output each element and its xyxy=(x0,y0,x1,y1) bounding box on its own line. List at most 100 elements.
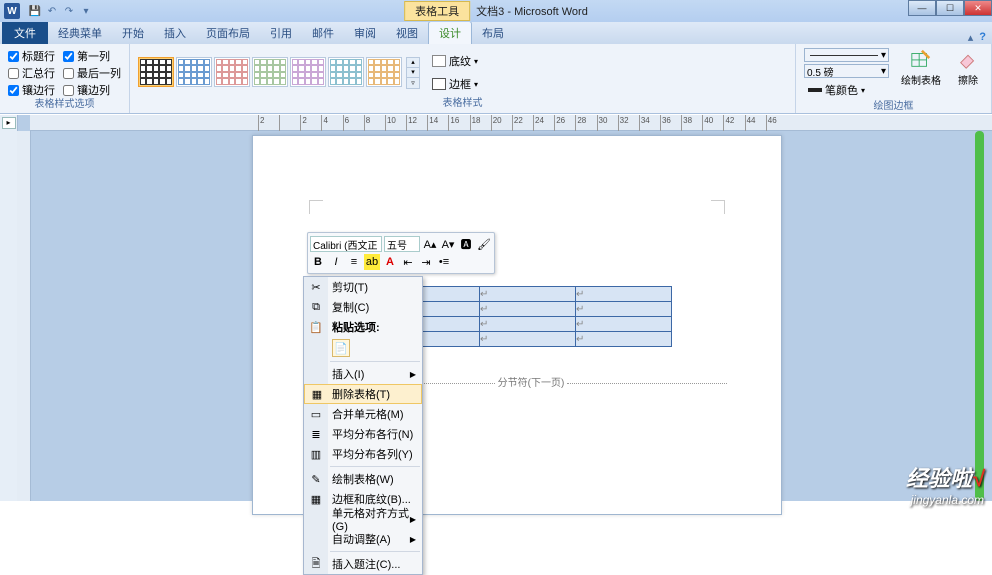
copy-icon: ⧉ xyxy=(308,299,324,315)
caption-icon: 🗎 xyxy=(308,556,324,572)
cm-distribute-rows[interactable]: ≣平均分布各行(N) xyxy=(304,424,422,444)
align-icon[interactable]: ≡ xyxy=(346,254,362,270)
eraser-button[interactable]: 擦除 xyxy=(953,48,983,87)
cm-merge-cells[interactable]: ▭合并单元格(M) xyxy=(304,404,422,424)
mini-size-select[interactable]: 五号 xyxy=(384,236,420,252)
pen-style-select[interactable]: ▾ xyxy=(804,48,889,62)
group-table-style-options: 标题行 汇总行 镶边行 第一列 最后一列 镶边列 表格样式选项 xyxy=(0,44,130,113)
redo-icon[interactable]: ↷ xyxy=(62,4,76,18)
side-indicator xyxy=(975,131,984,501)
save-icon[interactable]: 💾 xyxy=(28,4,42,18)
app-icon: W xyxy=(4,3,20,19)
nav-panel-strip: ▸ xyxy=(0,115,18,501)
chk-first-col[interactable]: 第一列 xyxy=(63,48,121,64)
qat-more-icon[interactable]: ▾ xyxy=(79,4,93,18)
borders-button[interactable]: 边框▾ xyxy=(428,74,482,94)
paste-keep-source-icon: 📄 xyxy=(332,339,350,357)
tab-file[interactable]: 文件 xyxy=(2,22,48,44)
document-title: 文档3 - Microsoft Word xyxy=(476,3,588,19)
tab-design[interactable]: 设计 xyxy=(428,21,472,44)
tab-review[interactable]: 审阅 xyxy=(344,22,386,44)
tab-insert[interactable]: 插入 xyxy=(154,22,196,44)
panel-toggle[interactable]: ▸ xyxy=(2,117,16,129)
style-gallery[interactable]: ▴▾▿ xyxy=(138,57,420,89)
chk-last-col[interactable]: 最后一列 xyxy=(63,65,121,81)
margin-mark xyxy=(309,200,323,214)
ribbon-tabs: 文件 经典菜单 开始 插入 页面布局 引用 邮件 审阅 视图 设计 布局 ▴ ? xyxy=(0,22,992,44)
style-thumb[interactable] xyxy=(328,57,364,87)
tab-mailings[interactable]: 邮件 xyxy=(302,22,344,44)
style-thumb[interactable] xyxy=(290,57,326,87)
chk-header-row[interactable]: 标题行 xyxy=(8,48,55,64)
dist-cols-icon: ▥ xyxy=(308,446,324,462)
style-thumb[interactable] xyxy=(138,57,174,87)
indent-dec-icon[interactable]: ⇤ xyxy=(400,254,416,270)
group-draw-borders: ▾ 0.5 磅▾ 笔颜色▾ 绘制表格 擦除 绘图边框 xyxy=(796,44,992,113)
italic-icon[interactable]: I xyxy=(328,254,344,270)
cm-draw-table[interactable]: ✎绘制表格(W) xyxy=(304,469,422,489)
document-area: ▸ 22468101214161820222426283032343638404… xyxy=(0,115,992,501)
style-thumb[interactable] xyxy=(252,57,288,87)
minimize-button[interactable]: — xyxy=(908,0,936,16)
cm-insert[interactable]: 插入(I)▶ xyxy=(304,364,422,384)
cm-insert-caption[interactable]: 🗎插入题注(C)... xyxy=(304,554,422,574)
shrink-font-icon[interactable]: A▾ xyxy=(440,236,456,252)
page: ↵↵↵ ↵↵↵ ↵↵↵ ↵↵↵ 分节符(下一页) Calibri (西文正 五号… xyxy=(252,135,782,515)
grow-font-icon[interactable]: A▴ xyxy=(422,236,438,252)
cm-cut[interactable]: ✂剪切(T) xyxy=(304,277,422,297)
tab-view[interactable]: 视图 xyxy=(386,22,428,44)
tab-references[interactable]: 引用 xyxy=(260,22,302,44)
tab-classic[interactable]: 经典菜单 xyxy=(48,22,112,44)
bold-icon[interactable]: B xyxy=(310,254,326,270)
cm-distribute-cols[interactable]: ▥平均分布各列(Y) xyxy=(304,444,422,464)
font-color-icon[interactable]: A xyxy=(382,254,398,270)
dist-rows-icon: ≣ xyxy=(308,426,324,442)
draw-table-button[interactable]: 绘制表格 xyxy=(897,48,945,87)
mini-font-select[interactable]: Calibri (西文正 xyxy=(310,236,382,252)
window-controls: — ☐ ✕ xyxy=(908,0,992,16)
gallery-scroll[interactable]: ▴▾▿ xyxy=(406,57,420,89)
maximize-button[interactable]: ☐ xyxy=(936,0,964,16)
clipboard-icon: 📋 xyxy=(308,319,324,335)
pencil-icon: ✎ xyxy=(308,471,324,487)
tab-home[interactable]: 开始 xyxy=(112,22,154,44)
quick-access-toolbar: 💾 ↶ ↷ ▾ xyxy=(28,4,93,18)
format-painter-icon[interactable]: 🖌 xyxy=(476,236,492,252)
tab-table-layout[interactable]: 布局 xyxy=(472,22,514,44)
style-thumb[interactable] xyxy=(214,57,250,87)
borders-icon: ▦ xyxy=(308,491,324,507)
margin-mark xyxy=(711,200,725,214)
highlight-icon[interactable]: ab xyxy=(364,254,380,270)
ribbon-minimize-icon[interactable]: ▴ xyxy=(968,31,974,44)
tab-page-layout[interactable]: 页面布局 xyxy=(196,22,260,44)
indent-inc-icon[interactable]: ⇥ xyxy=(418,254,434,270)
chk-banded-row[interactable]: 镶边行 xyxy=(8,82,55,98)
merge-icon: ▭ xyxy=(308,406,324,422)
chk-banded-col[interactable]: 镶边列 xyxy=(63,82,121,98)
horizontal-ruler[interactable]: 2246810121416182022242628303234363840424… xyxy=(30,115,992,131)
group-table-styles: ▴▾▿ 底纹▾ 边框▾ 表格样式 xyxy=(130,44,796,113)
mini-toolbar: Calibri (西文正 五号 A▴ A▾ 🅰 🖌 B I ≡ ab A ⇤ ⇥… xyxy=(307,232,495,274)
vertical-ruler[interactable] xyxy=(17,131,31,501)
cm-cell-alignment[interactable]: 单元格对齐方式(G)▶ xyxy=(304,509,422,529)
cm-copy[interactable]: ⧉复制(C) xyxy=(304,297,422,317)
pen-weight-select[interactable]: 0.5 磅▾ xyxy=(804,64,889,78)
bullets-icon[interactable]: •≡ xyxy=(436,254,452,270)
styles-icon[interactable]: 🅰 xyxy=(458,236,474,252)
close-button[interactable]: ✕ xyxy=(964,0,992,16)
cm-autofit[interactable]: 自动调整(A)▶ xyxy=(304,529,422,549)
style-thumb[interactable] xyxy=(366,57,402,87)
shading-button[interactable]: 底纹▾ xyxy=(428,51,482,71)
cm-delete-table[interactable]: ▦删除表格(T) xyxy=(304,384,422,404)
ribbon: 标题行 汇总行 镶边行 第一列 最后一列 镶边列 表格样式选项 ▴▾▿ xyxy=(0,44,992,114)
title-bar: W 💾 ↶ ↷ ▾ 表格工具 文档3 - Microsoft Word — ☐ … xyxy=(0,0,992,22)
pen-color-button[interactable]: 笔颜色▾ xyxy=(804,80,889,100)
pencil-table-icon xyxy=(910,48,932,70)
style-thumb[interactable] xyxy=(176,57,212,87)
undo-icon[interactable]: ↶ xyxy=(45,4,59,18)
contextual-tab-label: 表格工具 xyxy=(404,1,470,21)
chk-total-row[interactable]: 汇总行 xyxy=(8,65,55,81)
help-icon[interactable]: ? xyxy=(979,31,986,44)
delete-table-icon: ▦ xyxy=(309,386,325,402)
cm-paste-options-label: 📋粘贴选项: xyxy=(304,317,422,337)
